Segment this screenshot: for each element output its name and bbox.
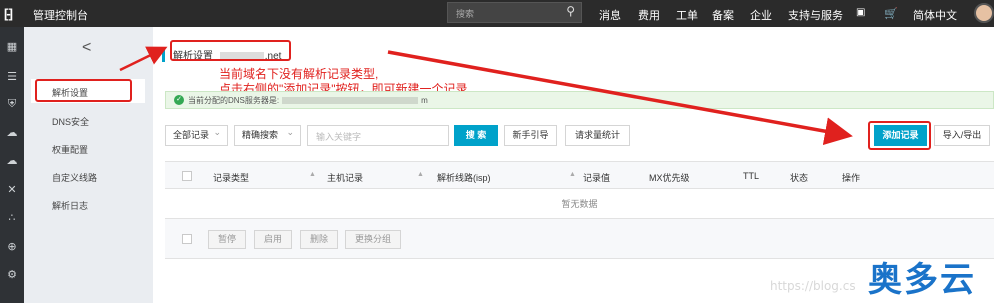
annotation-arrows [119,46,853,146]
arrow-to-add-record [387,50,853,146]
brand-watermark: 奥多云 [868,261,976,299]
watermark-text: https://blog.cs [770,279,856,293]
arrow-to-breadcrumb [119,46,168,72]
